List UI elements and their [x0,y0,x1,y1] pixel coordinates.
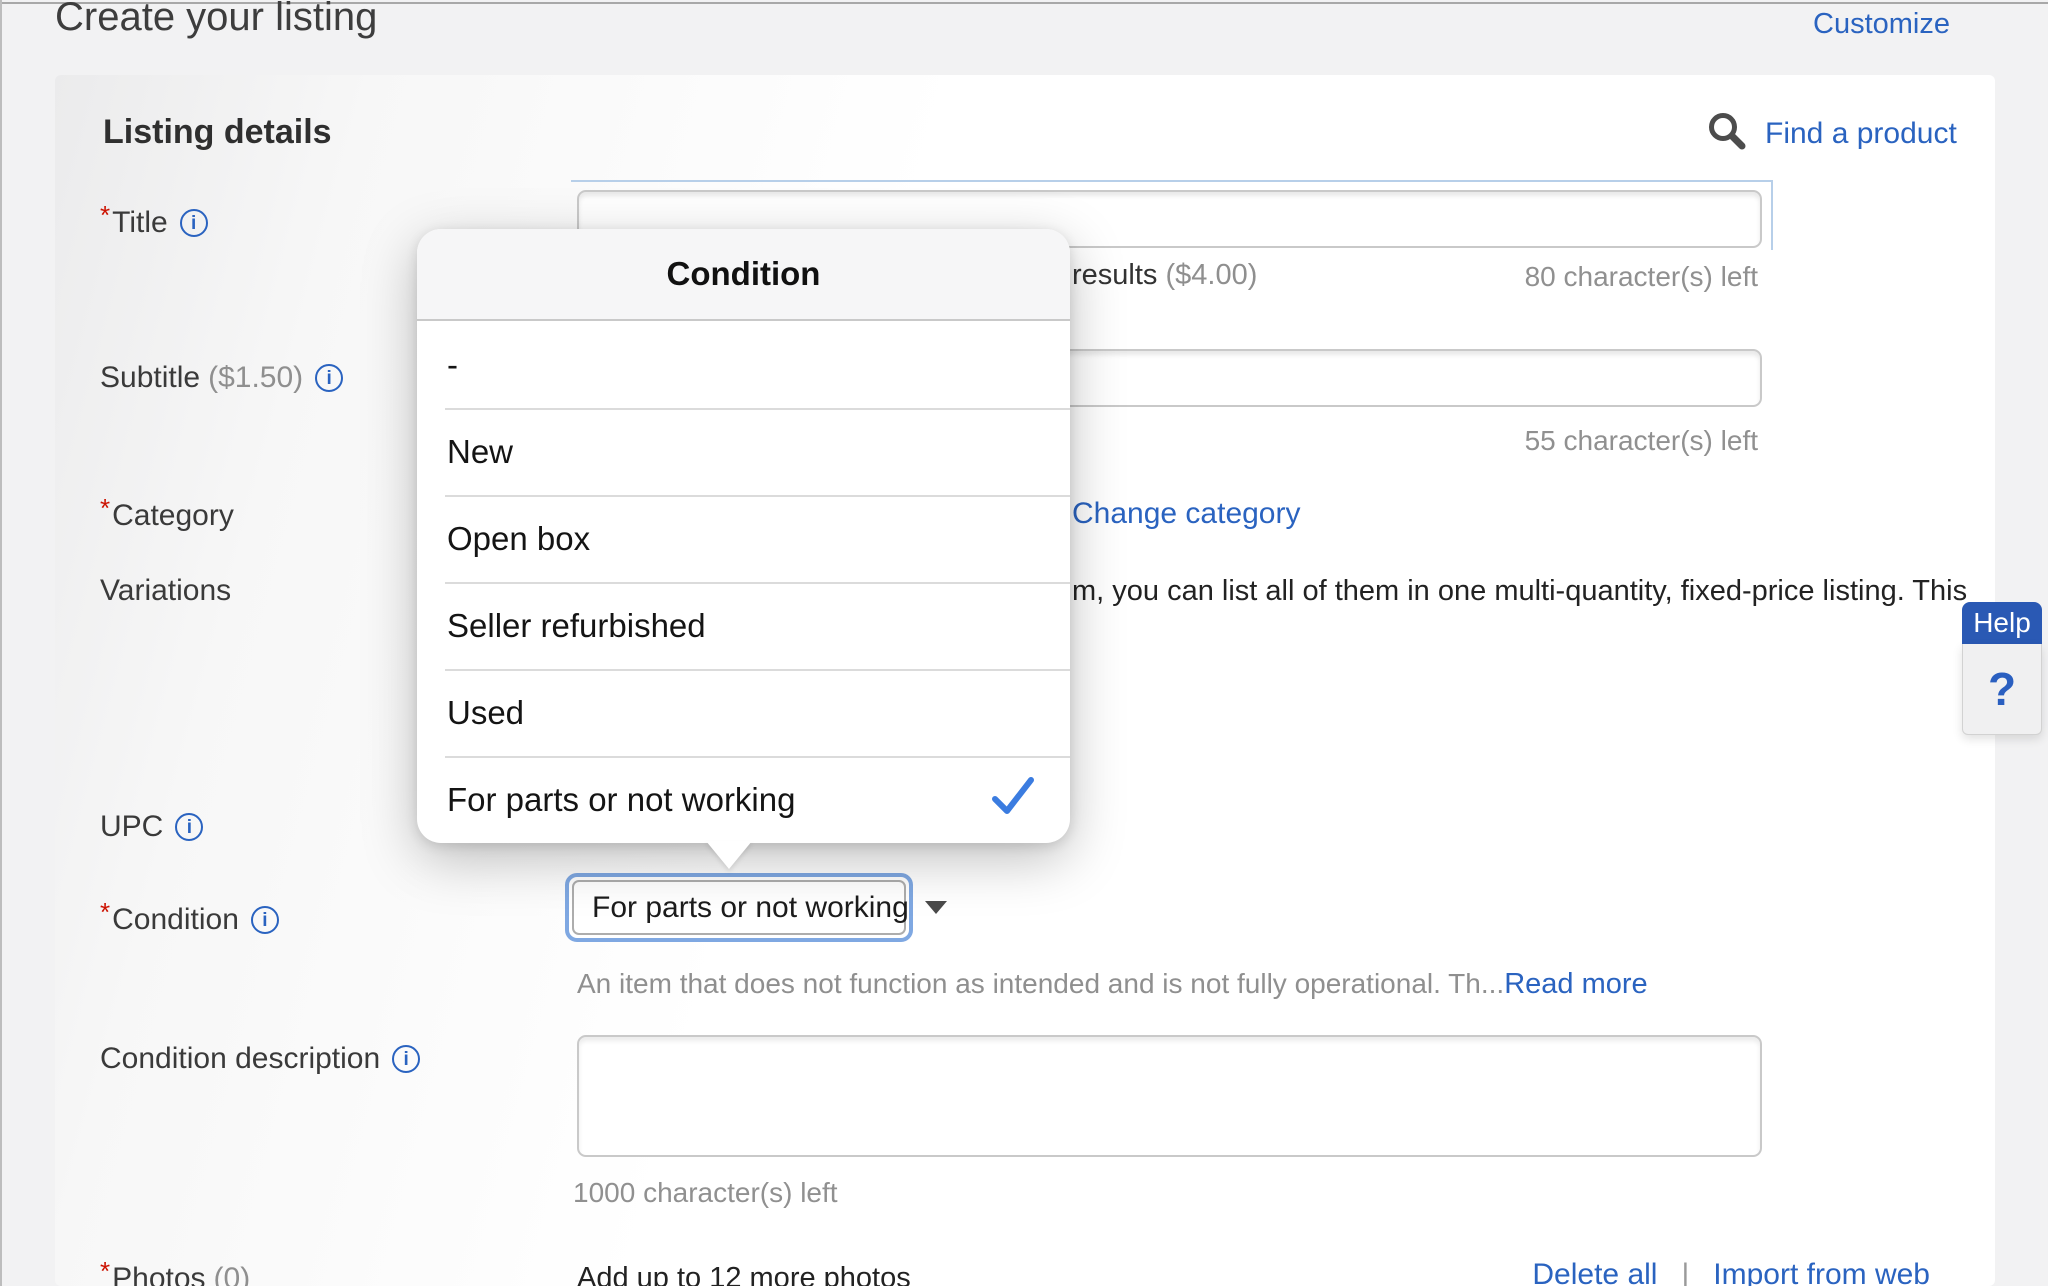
condition-option[interactable]: Used [417,669,1070,756]
condition-option-selected[interactable]: For parts or not working [417,756,1070,843]
title-char-counter: 80 character(s) left [1525,261,1758,293]
find-a-product-button[interactable]: Find a product [1705,109,1957,158]
section-heading: Listing details [103,113,332,152]
condition-helper-text: An item that does not function as intend… [577,968,1648,1001]
help-button[interactable]: Help [1962,602,2042,644]
delete-all-link[interactable]: Delete all [1532,1258,1657,1286]
condition-popover-title: Condition [667,255,821,293]
popover-tail [706,841,752,869]
category-label: * Category [100,499,234,533]
required-marker: * [100,200,110,231]
import-from-web-link[interactable]: Import from web [1713,1258,1930,1286]
required-marker: * [100,897,110,928]
help-question-button[interactable]: ? [1962,644,2042,735]
required-marker: * [100,493,110,524]
find-a-product-label: Find a product [1765,117,1957,151]
search-icon [1705,109,1749,158]
title-upgrade-text: results ($4.00) [1072,259,1257,292]
page-title: Create your listing [55,0,377,40]
help-widget: Help ? [1962,602,2042,735]
left-border [0,0,2,1286]
info-icon[interactable] [180,209,208,237]
info-icon[interactable] [251,906,279,934]
variations-description: m, you can list all of them in one multi… [1072,575,1967,608]
upc-label: UPC [100,810,203,844]
condition-popover: Condition - New Open box Seller refurbis… [417,229,1070,843]
condition-options-list: - New Open box Seller refurbished Used F… [417,321,1070,843]
condition-option[interactable]: New [417,408,1070,495]
photos-actions: Delete all | Import from web [1532,1258,1930,1286]
photos-count: (0) [214,1262,251,1286]
read-more-link[interactable]: Read more [1504,968,1647,1000]
create-listing-page: Create your listing Customize Listing de… [0,0,2048,1286]
question-mark-icon: ? [1988,662,2016,716]
subtitle-label: Subtitle ($1.50) [100,361,343,395]
actions-divider: | [1681,1258,1689,1286]
required-marker: * [100,1256,110,1286]
dropdown-caret-icon [925,901,947,914]
condition-option[interactable]: Open box [417,495,1070,582]
subtitle-char-counter: 55 character(s) left [1525,425,1758,457]
change-category-link[interactable]: Change category [1072,497,1301,531]
condition-popover-header: Condition [417,229,1070,321]
condition-option[interactable]: - [417,321,1070,408]
selected-check-icon [990,776,1036,824]
subtitle-fee: ($1.50) [208,361,303,395]
photos-label: * Photos (0) [100,1262,250,1286]
customize-link[interactable]: Customize [1813,8,1950,41]
condition-option[interactable]: Seller refurbished [417,582,1070,669]
info-icon[interactable] [175,813,203,841]
title-label: * Title [100,206,208,240]
photos-hint: Add up to 12 more photos [577,1262,911,1286]
variations-label: Variations [100,574,231,608]
condition-selected-value: For parts or not working [592,891,909,925]
info-icon[interactable] [315,364,343,392]
condition-label: * Condition [100,903,279,937]
condition-description-textarea[interactable] [577,1035,1762,1157]
condition-description-label: Condition description [100,1042,420,1076]
info-icon[interactable] [392,1045,420,1073]
condition-select[interactable]: For parts or not working [565,873,913,942]
condition-description-char-counter: 1000 character(s) left [573,1177,838,1209]
